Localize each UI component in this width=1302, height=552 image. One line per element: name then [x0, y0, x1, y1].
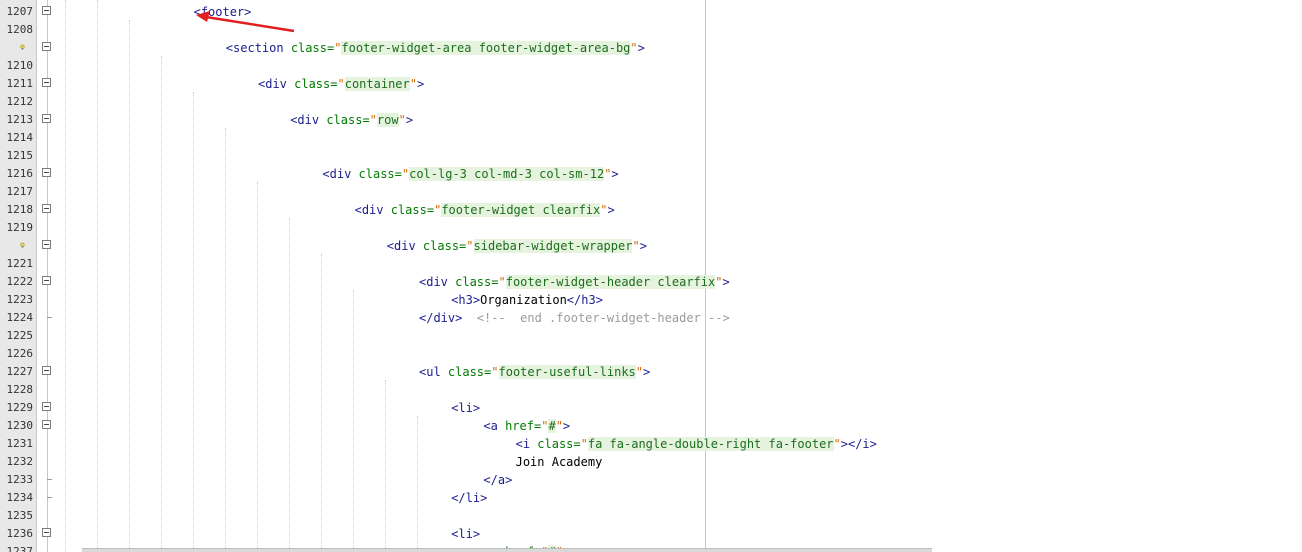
red-arrow-icon [196, 11, 295, 33]
code-editor[interactable]: 1207 <footer> 1208 <section class="footer-w… [0, 0, 1302, 552]
